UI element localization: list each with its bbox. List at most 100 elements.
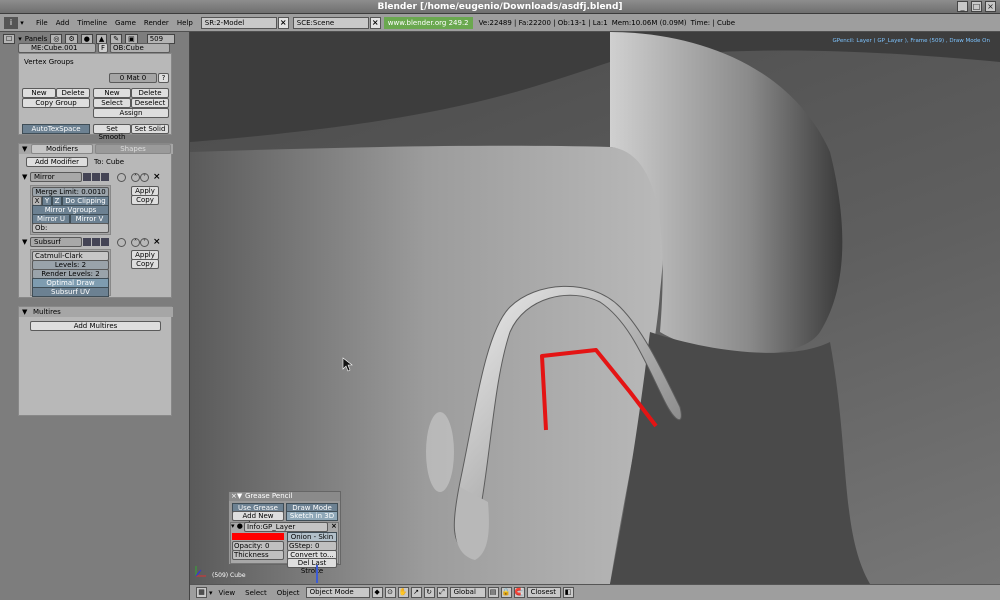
close-panel-icon[interactable]: ×▼ (231, 492, 242, 501)
subsurf-copy-button[interactable]: Copy (131, 259, 159, 269)
axis-gizmo-icon (194, 564, 208, 578)
orientation-select[interactable]: Global (449, 587, 486, 598)
deselect-material-button[interactable]: Deselect (131, 98, 169, 108)
lock-icon[interactable]: 🔒 (500, 587, 512, 598)
menu-help[interactable]: Help (173, 19, 197, 27)
move-up-icon[interactable]: ˄ (131, 173, 140, 182)
del-last-stroke-button[interactable]: Del Last Stroke (287, 558, 337, 575)
collapse-triangle-icon[interactable]: ▼ (22, 238, 27, 247)
remove-modifier-icon[interactable]: × (153, 237, 161, 247)
display-icon[interactable] (92, 238, 100, 246)
collapse-triangle-icon[interactable]: ▼ (22, 308, 27, 317)
select-material-button[interactable]: Select (93, 98, 131, 108)
menu-file[interactable]: File (32, 19, 52, 27)
cage-icon[interactable] (117, 238, 126, 247)
add-modifier-button[interactable]: Add Modifier (26, 157, 88, 167)
info-window-icon[interactable]: i (4, 16, 18, 29)
move-down-icon[interactable]: ˅ (140, 173, 149, 182)
display-icon[interactable] (92, 173, 100, 181)
screen-selector[interactable]: SR:2-Model (200, 16, 277, 29)
delete-scene-icon[interactable]: × (369, 16, 381, 29)
material-index-field[interactable]: 0 Mat 0 (109, 73, 157, 83)
chevron-down-icon[interactable]: ▾ (18, 17, 26, 29)
vertex-groups-title: Vertex Groups (24, 58, 74, 66)
menu-render[interactable]: Render (140, 19, 173, 27)
chevron-down-icon[interactable]: ▾ (18, 35, 22, 43)
delete-layer-icon[interactable]: × (331, 522, 337, 531)
menu-select[interactable]: Select (241, 589, 271, 597)
draw-type-icon[interactable]: ◆ (371, 587, 383, 598)
menu-object[interactable]: Object (273, 589, 304, 597)
layers-icon[interactable]: ▤ (487, 587, 499, 598)
mesh-name-field[interactable]: ME:Cube.001 (18, 43, 96, 53)
menu-add[interactable]: Add (52, 19, 74, 27)
pivot-icon[interactable]: ⊙ (384, 587, 396, 598)
delete-material-button[interactable]: Delete (131, 88, 169, 98)
info-header: i ▾ File Add Timeline Game Render Help S… (0, 14, 1000, 32)
window-type-icon[interactable]: ▦ (196, 587, 207, 598)
sketch-in-3d-toggle[interactable]: Sketch in 3D (286, 511, 338, 521)
menu-timeline[interactable]: Timeline (73, 19, 111, 27)
layer-expand-icon[interactable]: ▾ ● (231, 522, 243, 531)
set-smooth-button[interactable]: Set Smooth (93, 124, 131, 141)
menu-view[interactable]: View (215, 589, 240, 597)
add-multires-button[interactable]: Add Multires (30, 321, 161, 331)
snap-icon[interactable]: 🧲 (513, 587, 525, 598)
subsurf-modifier-name[interactable]: Subsurf (30, 237, 82, 247)
render-icon[interactable]: ◧ (562, 587, 574, 598)
window-type-icon[interactable]: ☐ (3, 34, 16, 44)
add-new-layer-button[interactable]: Add New Layer (232, 511, 284, 528)
mode-select[interactable]: Object Mode (305, 587, 370, 598)
new-material-button[interactable]: New (93, 88, 131, 98)
scene-selector[interactable]: SCE:Scene (292, 16, 369, 29)
collapse-triangle-icon[interactable]: ▼ (22, 145, 27, 154)
mirror-object-field[interactable]: Ob: (32, 223, 109, 233)
3d-view-header: ▦ ▾ View Select Object Object Mode ◆ ⊙ ✋… (190, 584, 1000, 600)
multires-title: Multires (33, 308, 61, 316)
move-down-icon[interactable]: ˅ (140, 238, 149, 247)
thickness-field[interactable]: Thickness (232, 550, 284, 560)
window-title: Blender [/home/eugenio/Downloads/asdfj.b… (0, 0, 1000, 14)
collapse-triangle-icon[interactable]: ▼ (22, 173, 27, 182)
hand-icon[interactable]: ✋ (397, 587, 409, 598)
multires-panel: ▼ Multires Add Multires (18, 306, 173, 416)
close-window-icon[interactable]: × (985, 1, 996, 12)
new-vgroup-button[interactable]: New (22, 88, 56, 98)
layer-name-field[interactable]: Info:GP_Layer (244, 522, 328, 532)
auto-tex-space-toggle[interactable]: AutoTexSpace (22, 124, 90, 134)
tab-modifiers[interactable]: Modifiers (31, 144, 93, 154)
object-name-field[interactable]: OB:Cube (110, 43, 170, 53)
editmode-icon[interactable] (101, 173, 109, 181)
render-icon[interactable] (83, 238, 91, 246)
move-up-icon[interactable]: ˄ (131, 238, 140, 247)
fake-user-button[interactable]: F (98, 43, 108, 53)
stroke-color-swatch[interactable] (232, 533, 284, 540)
copy-group-button[interactable]: Copy Group (22, 98, 90, 108)
pointer-arrow-icon (316, 565, 318, 583)
assign-material-button[interactable]: Assign (93, 108, 169, 118)
subsurf-uv-toggle[interactable]: Subsurf UV (32, 287, 109, 297)
remove-modifier-icon[interactable]: × (153, 172, 161, 182)
tab-shapes[interactable]: Shapes (95, 144, 171, 154)
editmode-icon[interactable] (101, 238, 109, 246)
translate-icon[interactable]: ↗ (410, 587, 422, 598)
rotate-icon[interactable]: ↻ (423, 587, 435, 598)
cage-icon[interactable] (117, 173, 126, 182)
menu-game[interactable]: Game (111, 19, 140, 27)
scale-icon[interactable]: ⤢ (436, 587, 448, 598)
chevron-down-icon[interactable]: ▾ (209, 589, 213, 597)
panels-label[interactable]: Panels (25, 35, 48, 43)
mirror-copy-button[interactable]: Copy (131, 195, 159, 205)
blender-url-link[interactable]: www.blender.org 249.2 (383, 16, 473, 29)
maximize-icon[interactable]: □ (971, 1, 982, 12)
delete-vgroup-button[interactable]: Delete (56, 88, 90, 98)
help-button[interactable]: ? (158, 73, 169, 83)
time-stats: Time: | Cube (690, 18, 736, 27)
set-solid-button[interactable]: Set Solid (131, 124, 169, 134)
minimize-icon[interactable]: _ (957, 1, 968, 12)
scene-stats: Ve:22489 | Fa:22200 | Ob:13-1 | La:1 (478, 18, 608, 27)
delete-screen-icon[interactable]: × (277, 16, 289, 29)
render-icon[interactable] (83, 173, 91, 181)
mirror-modifier-name[interactable]: Mirror (30, 172, 82, 182)
snap-mode-select[interactable]: Closest (526, 587, 561, 598)
